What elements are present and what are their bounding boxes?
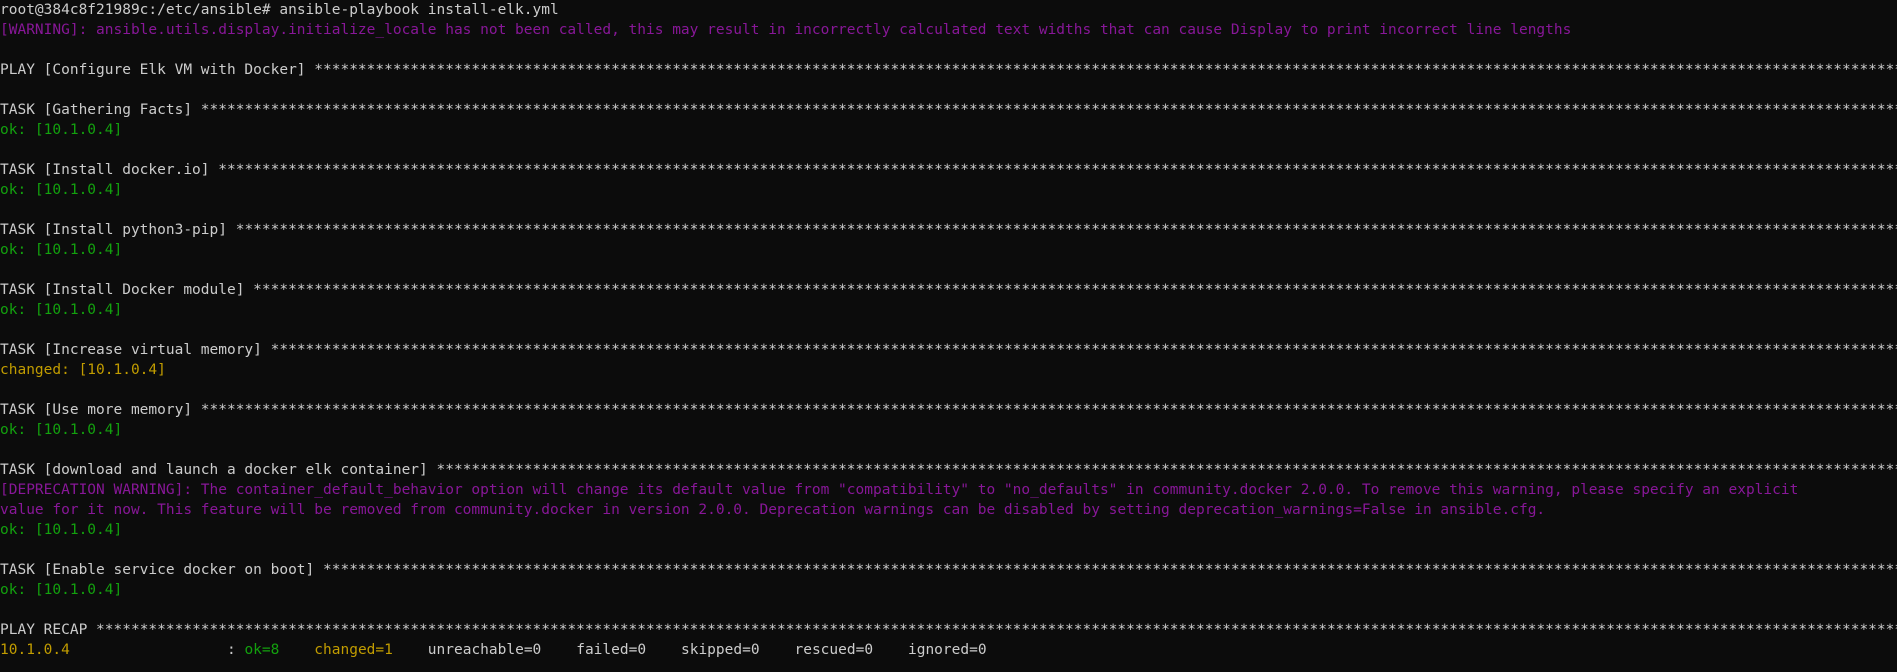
recap-ok: ok=8	[244, 642, 280, 658]
recap-unreachable: unreachable=0	[427, 642, 542, 658]
task-header: TASK [download and launch a docker elk c…	[0, 460, 1897, 480]
task-separator: ****************************************…	[436, 462, 1897, 478]
task-header: TASK [Install python3-pip] *************…	[0, 220, 1897, 240]
recap-changed: changed=1	[314, 642, 393, 658]
task-separator: ****************************************…	[200, 102, 1897, 118]
task-header: TASK [Use more memory] *****************…	[0, 400, 1897, 420]
task-status: changed: [10.1.0.4]	[0, 362, 166, 378]
task-separator: ****************************************…	[323, 562, 1897, 578]
recap-separator: ****************************************…	[96, 622, 1897, 638]
task-status: ok: [10.1.0.4]	[0, 242, 123, 258]
deprecation-warning: [DEPRECATION WARNING]: The container_def…	[0, 482, 1799, 498]
play-title: PLAY [Configure Elk VM with Docker]	[0, 62, 306, 78]
task-title: TASK [Enable service docker on boot]	[0, 562, 315, 578]
task-separator: ****************************************…	[200, 402, 1897, 418]
command-line: root@384c8f21989c:/etc/ansible# ansible-…	[0, 0, 1897, 20]
task-separator: ****************************************…	[235, 222, 1897, 238]
recap-host: 10.1.0.4	[0, 642, 70, 658]
task-title: TASK [Increase virtual memory]	[0, 342, 262, 358]
task-status: ok: [10.1.0.4]	[0, 422, 123, 438]
recap-title: PLAY RECAP	[0, 622, 88, 638]
recap-skipped: skipped=0	[680, 642, 760, 658]
recap-header: PLAY RECAP *****************************…	[0, 620, 1897, 640]
recap-failed: failed=0	[576, 642, 647, 658]
play-separator: ****************************************…	[314, 62, 1897, 78]
terminal-window[interactable]: root@384c8f21989c:/etc/ansible# ansible-…	[0, 0, 1897, 672]
task-header: TASK [Enable service docker on boot] ***…	[0, 560, 1897, 580]
task-separator: ****************************************…	[270, 342, 1897, 358]
task-title: TASK [Install Docker module]	[0, 282, 245, 298]
task-title: TASK [Install python3-pip]	[0, 222, 227, 238]
task-title: TASK [Use more memory]	[0, 402, 193, 418]
task-title: TASK [Install docker.io]	[0, 162, 210, 178]
task-separator: ****************************************…	[253, 282, 1897, 298]
shell-prompt: root@384c8f21989c:/etc/ansible#	[0, 2, 271, 18]
recap-rescued: rescued=0	[794, 642, 874, 658]
play-header: PLAY [Configure Elk VM with Docker] ****…	[0, 60, 1897, 80]
task-header: TASK [Increase virtual memory] *********…	[0, 340, 1897, 360]
task-status: ok: [10.1.0.4]	[0, 182, 123, 198]
task-separator: ****************************************…	[218, 162, 1897, 178]
task-title: TASK [download and launch a docker elk c…	[0, 462, 428, 478]
task-status: ok: [10.1.0.4]	[0, 582, 123, 598]
locale-warning: [WARNING]: ansible.utils.display.initial…	[0, 22, 1572, 38]
command-text: ansible-playbook install-elk.yml	[279, 2, 559, 18]
deprecation-warning-continued: value for it now. This feature will be r…	[0, 502, 1546, 518]
task-status: ok: [10.1.0.4]	[0, 122, 123, 138]
task-status: ok: [10.1.0.4]	[0, 302, 123, 318]
recap-sep: :	[226, 642, 236, 658]
task-header: TASK [Install docker.io] ***************…	[0, 160, 1897, 180]
recap-ignored: ignored=0	[907, 642, 987, 658]
task-status: ok: [10.1.0.4]	[0, 522, 123, 538]
task-header: TASK [Gathering Facts] *****************…	[0, 100, 1897, 120]
task-header: TASK [Install Docker module] ***********…	[0, 280, 1897, 300]
recap-row: 10.1.0.4 : ok=8 changed=1 unreachable=0 …	[0, 640, 1897, 660]
task-title: TASK [Gathering Facts]	[0, 102, 193, 118]
